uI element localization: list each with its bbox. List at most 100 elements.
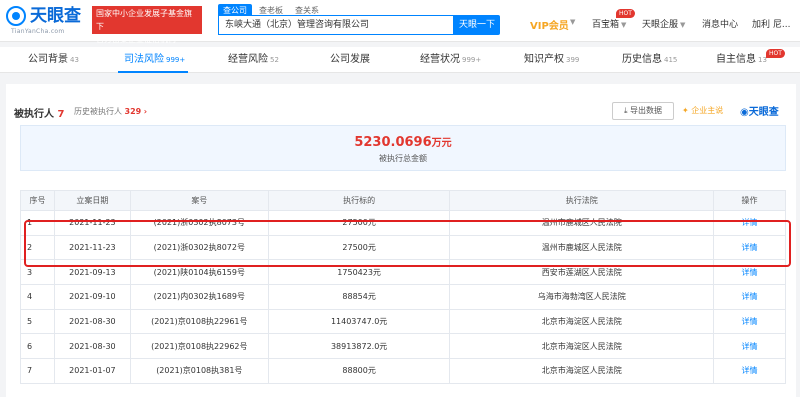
active-tab-underline — [118, 71, 188, 73]
cell-detail-link[interactable]: 详情 — [713, 234, 786, 261]
cell-index: 2 — [20, 234, 55, 261]
table-header-row: 序号 立案日期 案号 执行标的 执行法院 操作 — [20, 190, 786, 211]
cell-index: 5 — [20, 308, 55, 335]
tab-judicial-risk[interactable]: 司法风险 999+ — [124, 47, 185, 73]
vip-link[interactable]: VIP会员 — [530, 17, 569, 32]
cell-amount: 1750423元 — [267, 259, 451, 286]
bulb-icon: ✦ — [682, 106, 689, 115]
tab-count: 999+ — [166, 56, 186, 64]
section-count: 7 — [57, 109, 65, 120]
download-icon: ⤓ — [623, 106, 628, 115]
tab-history-info[interactable]: 历史信息 415 — [622, 47, 677, 73]
tab-self-info[interactable]: 自主信息 13 — [716, 47, 767, 73]
chevron-down-icon: ▼ — [621, 21, 627, 29]
hot-badge: HOT — [616, 9, 635, 18]
table-row[interactable]: 4 2021-09-10 (2021)内0302执1689号 88854元 乌海市海勃湾… — [20, 284, 786, 310]
cell-amount: 27500元 — [267, 210, 451, 236]
cell-index: 1 — [20, 210, 55, 236]
table-row[interactable]: 6 2021-08-30 (2021)京0108执22962号 38913872.0元… — [20, 333, 786, 360]
table-row[interactable]: 5 2021-08-30 (2021)京0108执22961号 11403747.0元… — [20, 308, 786, 335]
cell-court: 乌海市海勃湾区人民法院 — [449, 284, 715, 310]
section-title: 被执行人 7 — [14, 105, 64, 120]
tab-label: 司法风险 — [124, 54, 164, 65]
cell-case-no: (2021)京0108执22962号 — [129, 333, 269, 360]
cell-amount: 38913872.0元 — [267, 333, 451, 360]
vip-caret-icon: ▼ — [570, 18, 576, 26]
cell-index: 4 — [20, 284, 55, 310]
tab-business-status[interactable]: 经营状况 999+ — [420, 47, 481, 73]
export-label: 导出数据 — [630, 106, 663, 115]
cell-date: 2021-11-23 — [53, 234, 131, 261]
user-menu[interactable]: 加利 尼... — [752, 17, 790, 30]
col-header-case-no: 案号 — [129, 190, 269, 211]
summary-unit: 万元 — [431, 138, 452, 149]
slogan[interactable]: ✦ 企业主说 — [682, 105, 723, 116]
tab-label: 经营状况 — [420, 54, 460, 65]
cell-detail-link[interactable]: 详情 — [713, 259, 786, 286]
summary-amount: 5230.0696 — [354, 135, 432, 150]
message-center-link[interactable]: 消息中心 — [702, 17, 738, 30]
promo-banner[interactable]: 国家中小企业发展子基金旗下 官方备案企业征信机构 — [92, 6, 202, 44]
cell-court: 西安市莲湖区人民法院 — [449, 259, 715, 286]
section-title-text: 被执行人 — [14, 109, 54, 120]
tianyan-qifu-label: 天眼企服 — [642, 20, 679, 30]
cell-amount: 11403747.0元 — [267, 308, 451, 335]
cell-detail-link[interactable]: 详情 — [713, 284, 786, 310]
cell-amount: 88800元 — [267, 358, 451, 384]
logo-text: 天眼查 — [30, 6, 81, 26]
cell-case-no: (2021)浙0302执8073号 — [129, 210, 269, 236]
tab-label: 公司背景 — [28, 54, 68, 65]
banner-line-2: 官方备案企业征信机构 — [96, 35, 176, 44]
tab-label: 公司发展 — [330, 54, 370, 65]
history-link[interactable]: 历史被执行人 329 › — [74, 106, 147, 117]
tab-label: 经营风险 — [228, 54, 268, 65]
cell-detail-link[interactable]: 详情 — [713, 210, 786, 236]
enforcement-table: 序号 立案日期 案号 执行标的 执行法院 操作 1 2021-11-23 (2021… — [20, 190, 786, 384]
logo[interactable]: 天眼查 — [6, 6, 81, 26]
search-input[interactable]: 东峡大通（北京）管理咨询有限公司 — [218, 15, 454, 35]
cell-detail-link[interactable]: 详情 — [713, 308, 786, 335]
summary-box: 5230.0696万元 被执行总金额 — [20, 125, 786, 171]
baibaoxiang-link[interactable]: 百宝箱 ▼ HOT — [592, 9, 635, 30]
tab-count: 43 — [70, 56, 79, 64]
eye-logo-icon — [6, 6, 26, 26]
tab-operating-risk[interactable]: 经营风险 52 — [228, 47, 279, 73]
cell-detail-link[interactable]: 详情 — [713, 333, 786, 360]
tab-company-background[interactable]: 公司背景 43 — [28, 47, 79, 73]
eye-logo-icon: ◉ — [740, 107, 749, 118]
col-header-amount: 执行标的 — [267, 190, 451, 211]
cell-case-no: (2021)内0302执1689号 — [129, 284, 269, 310]
col-header-action: 操作 — [713, 190, 786, 211]
cell-court: 温州市鹿城区人民法院 — [449, 234, 715, 261]
cell-court: 北京市海淀区人民法院 — [449, 358, 715, 384]
export-data-button[interactable]: ⤓ 导出数据 — [612, 102, 674, 120]
tab-intellectual-property[interactable]: 知识产权 399 — [524, 47, 579, 73]
cell-date: 2021-09-10 — [53, 284, 131, 310]
top-header: 天眼查 TianYanCha.com 国家中小企业发展子基金旗下 官方备案企业征… — [0, 0, 800, 44]
cell-index: 3 — [20, 259, 55, 286]
cell-date: 2021-01-07 — [53, 358, 131, 384]
cell-amount: 27500元 — [267, 234, 451, 261]
cell-case-no: (2021)陕0104执6159号 — [129, 259, 269, 286]
cell-court: 温州市鹿城区人民法院 — [449, 210, 715, 236]
cell-date: 2021-09-13 — [53, 259, 131, 286]
table-row[interactable]: 3 2021-09-13 (2021)陕0104执6159号 1750423元 西安市莲… — [20, 259, 786, 286]
tab-hot-badge: HOT — [766, 49, 785, 58]
logo-subtext: TianYanCha.com — [11, 28, 65, 35]
summary-value: 5230.0696万元 — [21, 134, 785, 150]
brand-watermark: ◉天眼查 — [740, 103, 779, 118]
content-panel: 被执行人 7 历史被执行人 329 › ⤓ 导出数据 ✦ 企业主说 ◉天眼查 5… — [6, 84, 796, 397]
tab-label: 历史信息 — [622, 54, 662, 65]
col-header-court: 执行法院 — [449, 190, 715, 211]
cell-court: 北京市海淀区人民法院 — [449, 308, 715, 335]
table-row[interactable]: 2 2021-11-23 (2021)浙0302执8072号 27500元 温州市鹿城区… — [20, 234, 786, 261]
cell-detail-link[interactable]: 详情 — [713, 358, 786, 384]
table-row[interactable]: 7 2021-01-07 (2021)京0108执381号 88800元 北京市海淀区人… — [20, 358, 786, 384]
cell-date: 2021-11-23 — [53, 210, 131, 236]
table-row[interactable]: 1 2021-11-23 (2021)浙0302执8073号 27500元 温州市鹿城区… — [20, 210, 786, 236]
search-button[interactable]: 天眼一下 — [454, 15, 500, 35]
brand-text: 天眼查 — [748, 107, 779, 118]
tab-count: 999+ — [462, 56, 482, 64]
tab-company-development[interactable]: 公司发展 — [330, 47, 372, 73]
tianyan-qifu-link[interactable]: 天眼企服 ▼ — [642, 17, 685, 30]
